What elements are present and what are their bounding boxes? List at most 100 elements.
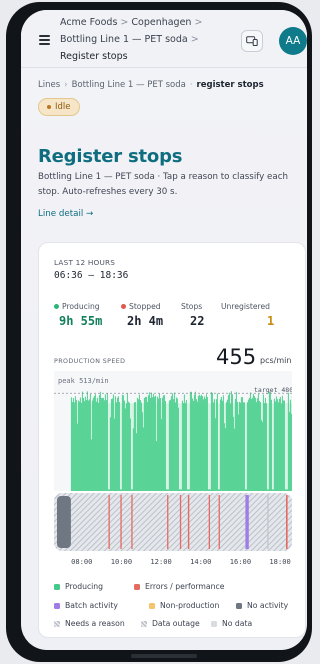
speed-bar xyxy=(192,400,194,491)
speed-bar xyxy=(271,489,273,491)
speed-bar xyxy=(226,399,228,491)
speed-bar xyxy=(131,489,133,491)
speed-bar xyxy=(164,401,166,491)
speed-bar xyxy=(257,393,259,491)
speed-bar xyxy=(278,398,280,491)
speed-bar xyxy=(148,392,150,491)
stat-stopped-value: 2h 4m xyxy=(127,314,164,328)
speed-bar xyxy=(232,416,234,491)
timeline-segment-no-activity[interactable] xyxy=(57,496,71,548)
timeline-segment-error[interactable] xyxy=(108,495,110,549)
speed-bar xyxy=(289,399,291,491)
speed-bar xyxy=(219,399,221,491)
speed-bar xyxy=(204,398,206,491)
timeline-segment-error[interactable] xyxy=(218,495,220,549)
speed-bar xyxy=(139,400,141,491)
speed-bar xyxy=(263,403,265,491)
speed-bar xyxy=(231,394,233,491)
speed-bar xyxy=(247,399,249,491)
timeline-segment-batch[interactable] xyxy=(245,495,249,549)
speed-bar xyxy=(124,408,126,491)
speed-bar xyxy=(236,401,238,491)
speed-bar xyxy=(233,428,235,491)
timeline-segment-error[interactable] xyxy=(208,495,210,549)
stat-unregistered-label: Unregistered xyxy=(221,302,270,311)
speed-bar xyxy=(143,398,145,491)
breadcrumb-line[interactable]: Bottling Line 1 — PET soda xyxy=(60,34,188,45)
time-tick-label: 16:00 xyxy=(229,557,252,566)
speed-bar xyxy=(87,400,89,491)
speed-bar xyxy=(137,399,139,491)
speed-bar xyxy=(155,441,157,491)
timeline-background xyxy=(54,493,292,551)
avatar[interactable]: AA xyxy=(279,27,307,55)
speed-bar xyxy=(144,396,146,491)
legend-errors-swatch xyxy=(134,583,140,590)
legend-no-activity: No activity xyxy=(236,601,288,610)
stat-producing-value: 9h 55m xyxy=(59,314,103,328)
timeline-segment-needs-reason[interactable] xyxy=(267,495,269,549)
breadcrumb-site[interactable]: Copenhagen xyxy=(131,17,191,28)
speed-bar xyxy=(153,396,155,491)
status-dot-icon xyxy=(47,105,51,109)
speed-bar xyxy=(188,489,190,491)
legend-data-outage: Data outage xyxy=(141,619,200,628)
speed-bar xyxy=(162,395,164,491)
speed-bar xyxy=(93,396,95,491)
speed-bar xyxy=(111,398,113,491)
speed-bar xyxy=(81,391,83,491)
speed-bar xyxy=(222,395,224,491)
speed-bar xyxy=(214,418,216,491)
producing-dot-icon xyxy=(54,304,59,309)
speed-bar xyxy=(206,397,208,491)
speed-bar xyxy=(98,395,100,491)
speed-bar xyxy=(92,397,94,491)
speed-bar xyxy=(253,395,255,491)
timeline-segment-error[interactable] xyxy=(167,495,169,549)
timeline-segment-error[interactable] xyxy=(187,495,190,549)
target-label: target 480 xyxy=(254,386,292,394)
speed-bar xyxy=(211,392,213,491)
stopped-dot-icon xyxy=(121,304,126,309)
activity-timeline[interactable] xyxy=(54,493,292,551)
legend-producing-swatch xyxy=(54,583,60,590)
legend-noactivity-swatch xyxy=(236,602,242,609)
speed-bar xyxy=(256,398,258,491)
speed-bar xyxy=(101,398,103,491)
speed-bar xyxy=(90,439,92,491)
legend-batch: Batch activity xyxy=(54,601,118,610)
speed-bar xyxy=(134,402,136,491)
speed-bar xyxy=(191,398,193,491)
timeline-segment-error[interactable] xyxy=(286,495,288,549)
legend-no-data-swatch xyxy=(211,620,217,627)
time-tick-label: 18:00 xyxy=(269,557,291,566)
speed-bar xyxy=(97,402,99,491)
stat-unregistered-value[interactable]: 1 xyxy=(267,314,274,328)
speed-bar xyxy=(88,399,90,491)
speed-bar xyxy=(110,399,112,491)
speed-bar xyxy=(280,403,282,491)
speed-chart: peak 513/min target 480 xyxy=(54,371,292,491)
device-switch-button[interactable] xyxy=(241,30,263,52)
speed-bar xyxy=(80,402,82,491)
speed-bar xyxy=(83,401,85,491)
crumb-line[interactable]: Bottling Line 1 — PET soda xyxy=(72,80,186,90)
crumb-lines[interactable]: Lines xyxy=(38,80,60,90)
speed-bar xyxy=(113,418,115,491)
speed-bar xyxy=(103,400,105,491)
peak-label: peak 513/min xyxy=(58,377,109,385)
menu-icon[interactable] xyxy=(39,35,50,45)
speed-bar xyxy=(163,395,165,491)
speed-bar xyxy=(182,403,184,491)
breadcrumb-org[interactable]: Acme Foods xyxy=(60,17,117,28)
period-label: LAST 12 HOURS xyxy=(54,258,116,267)
line-detail-link[interactable]: Line detail → xyxy=(38,209,93,219)
timeline-segment-error[interactable] xyxy=(131,495,133,549)
timeline-segment-error[interactable] xyxy=(120,495,122,549)
stat-stopped-label: Stopped xyxy=(121,302,161,311)
speed-bar xyxy=(171,393,173,491)
timeline-segment-error[interactable] xyxy=(179,495,182,549)
speed-bar xyxy=(70,397,72,491)
speed-bar xyxy=(239,402,241,491)
speed-bar xyxy=(193,394,195,491)
